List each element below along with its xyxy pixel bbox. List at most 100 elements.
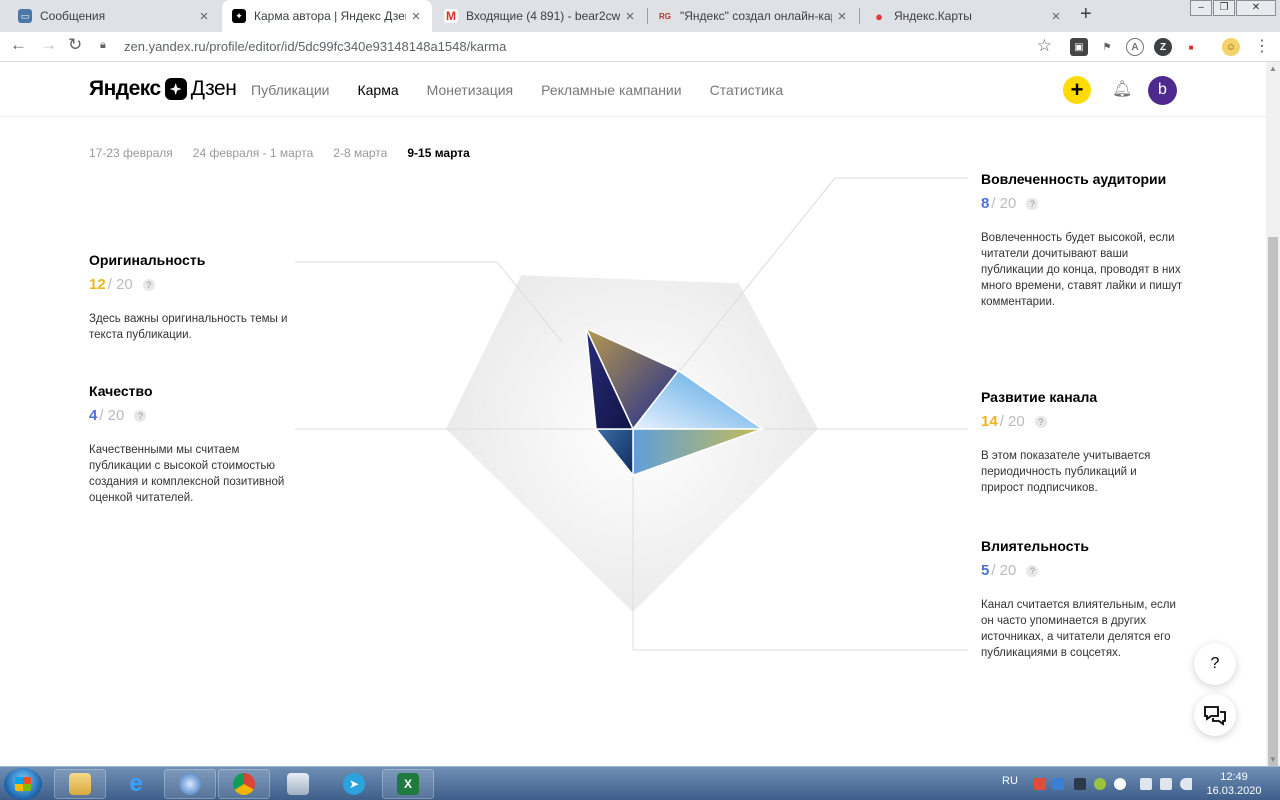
gmail-icon: M xyxy=(444,9,458,23)
red-extension-icon[interactable]: ■ xyxy=(1182,38,1200,56)
nav-publications[interactable]: Публикации xyxy=(251,82,329,98)
minimize-button[interactable]: – xyxy=(1190,0,1212,16)
nav-karma[interactable]: Карма xyxy=(357,82,398,98)
close-icon[interactable]: × xyxy=(620,8,640,25)
explorer-taskbar-button[interactable] xyxy=(54,769,106,799)
help-button[interactable]: ? xyxy=(1194,643,1236,685)
help-icon[interactable]: ? xyxy=(142,278,155,291)
tab-yandex-maps[interactable]: ● Яндекс.Карты × xyxy=(862,0,1072,32)
thunderbird-taskbar-button[interactable] xyxy=(164,769,216,799)
tab-karma[interactable]: ✦ Карма автора | Яндекс Дзен × xyxy=(222,0,432,32)
clock-date: 16.03.2020 xyxy=(1206,785,1262,797)
profile-icon[interactable]: ☺ xyxy=(1222,38,1240,56)
taskbar-clock[interactable]: 12:49 16.03.2020 xyxy=(1206,770,1262,798)
mail-client-icon xyxy=(179,773,201,795)
volume-icon[interactable] xyxy=(1180,778,1192,790)
help-icon[interactable]: ? xyxy=(1034,415,1047,428)
reload-button[interactable]: ↻ xyxy=(68,35,82,55)
window-close-button[interactable]: ✕ xyxy=(1236,0,1276,16)
flag-extension-icon[interactable]: ⚑ xyxy=(1098,38,1116,56)
radar-segment-engagement xyxy=(631,369,765,430)
chrome-taskbar-button[interactable] xyxy=(218,769,270,799)
avatar[interactable]: b xyxy=(1148,76,1177,105)
week-option[interactable]: 17-23 февраля xyxy=(89,146,173,160)
excel-taskbar-button[interactable]: X xyxy=(382,769,434,799)
accessibility-extension-icon[interactable]: A xyxy=(1126,38,1144,56)
radar-segment-growth xyxy=(632,428,763,477)
forward-button[interactable]: → xyxy=(40,35,57,55)
chat-bubble-icon[interactable] xyxy=(1194,694,1236,736)
chat-icon-graphic xyxy=(1204,706,1226,726)
tray-app-icon[interactable] xyxy=(1074,778,1086,790)
scroll-down-icon[interactable]: ▼ xyxy=(1266,755,1280,764)
tab-title: Сообщения xyxy=(40,9,106,23)
week-option[interactable]: 2-8 марта xyxy=(333,146,387,160)
week-option-active[interactable]: 9-15 марта xyxy=(407,146,469,160)
score-max: / 20 xyxy=(99,407,125,424)
radar-segment-influence xyxy=(594,428,634,478)
close-icon[interactable]: × xyxy=(406,8,426,25)
restore-button[interactable]: ❐ xyxy=(1213,0,1235,16)
tab-rg-news[interactable]: RG "Яндекс" создал онлайн-карту р × xyxy=(648,0,858,32)
start-button[interactable] xyxy=(4,768,42,800)
lock-icon: 🔒︎ xyxy=(100,39,106,51)
tab-gmail[interactable]: M Входящие (4 891) - bear2cw@gm × xyxy=(434,0,646,32)
bookmark-star-icon[interactable]: ☆ xyxy=(1037,36,1052,56)
page-scrollbar[interactable]: ▲ ▼ xyxy=(1266,62,1280,767)
scroll-up-icon[interactable]: ▲ xyxy=(1266,64,1280,73)
nav-monetization[interactable]: Монетизация xyxy=(427,82,514,98)
tray-app-icon[interactable] xyxy=(1114,778,1126,790)
tab-messages[interactable]: ▭ Сообщения × xyxy=(8,0,220,32)
telegram-taskbar-button[interactable]: ➤ xyxy=(328,769,380,799)
week-option[interactable]: 24 февраля - 1 марта xyxy=(193,146,314,160)
extension-icon[interactable]: ▣ xyxy=(1070,38,1088,56)
tab-title: Карма автора | Яндекс Дзен xyxy=(254,9,406,23)
internet-explorer-icon: e xyxy=(129,770,143,797)
network-icon[interactable] xyxy=(1140,778,1152,790)
close-icon[interactable]: × xyxy=(832,8,852,25)
close-icon[interactable]: × xyxy=(1046,8,1066,25)
radar-connector-line xyxy=(632,177,968,430)
tray-app-icon[interactable] xyxy=(1160,778,1172,790)
bell-icon[interactable]: 🔔︎ xyxy=(1112,79,1132,99)
score-value: 4 xyxy=(89,407,98,424)
z-extension-icon[interactable]: Z xyxy=(1154,38,1172,56)
back-button[interactable]: ← xyxy=(10,35,27,55)
nav-statistics[interactable]: Статистика xyxy=(710,82,784,98)
score-value: 14 xyxy=(981,413,998,430)
score-max: / 20 xyxy=(991,195,1017,212)
scrollbar-thumb[interactable] xyxy=(1268,237,1278,767)
help-icon[interactable]: ? xyxy=(1026,564,1039,577)
tray-app-icon[interactable] xyxy=(1094,778,1106,790)
windows-taskbar: e ➤ X RU 12:49 16.03.2020 xyxy=(0,766,1280,800)
tray-app-icon[interactable] xyxy=(1052,778,1064,790)
metric-description: Канал считается влиятельным, если он час… xyxy=(981,599,1176,659)
metric-score: 4 / 20 ? xyxy=(89,407,289,424)
radar-segment-originality xyxy=(584,326,680,431)
url-text[interactable]: zen.yandex.ru/profile/editor/id/5dc99fc3… xyxy=(124,39,506,54)
metric-description: Здесь важны оригинальность темы и текста… xyxy=(89,313,288,341)
close-icon[interactable]: × xyxy=(194,8,214,25)
language-indicator[interactable]: RU xyxy=(1002,775,1018,787)
metric-quality: Качество 4 / 20 ? Качественными мы счита… xyxy=(89,383,289,506)
radar-segment-quality xyxy=(585,328,635,430)
browser-menu-icon[interactable]: ⋮ xyxy=(1254,36,1270,56)
help-icon[interactable]: ? xyxy=(134,409,147,422)
omnibox[interactable]: 🔒︎ zen.yandex.ru/profile/editor/id/5dc99… xyxy=(96,35,1058,59)
excel-icon: X xyxy=(397,773,419,795)
new-tab-button[interactable]: + xyxy=(1080,3,1092,26)
metric-score: 5 / 20 ? xyxy=(981,562,1186,579)
ie-taskbar-button[interactable]: e xyxy=(110,769,162,799)
metric-score: 14 / 20 ? xyxy=(981,413,1181,430)
nav-ad-campaigns[interactable]: Рекламные кампании xyxy=(541,82,681,98)
create-plus-button[interactable]: + xyxy=(1063,76,1091,104)
main-nav: Публикации Карма Монетизация Рекламные к… xyxy=(251,82,783,98)
calculator-taskbar-button[interactable] xyxy=(272,769,324,799)
metric-title: Оригинальность xyxy=(89,252,206,268)
dzen-logo[interactable]: Яндекс Дзен xyxy=(89,77,237,101)
tray-app-icon[interactable] xyxy=(1034,778,1046,790)
help-icon[interactable]: ? xyxy=(1026,197,1039,210)
tab-title: Яндекс.Карты xyxy=(894,9,972,23)
clock-time: 12:49 xyxy=(1220,771,1248,783)
chrome-icon xyxy=(233,773,255,795)
